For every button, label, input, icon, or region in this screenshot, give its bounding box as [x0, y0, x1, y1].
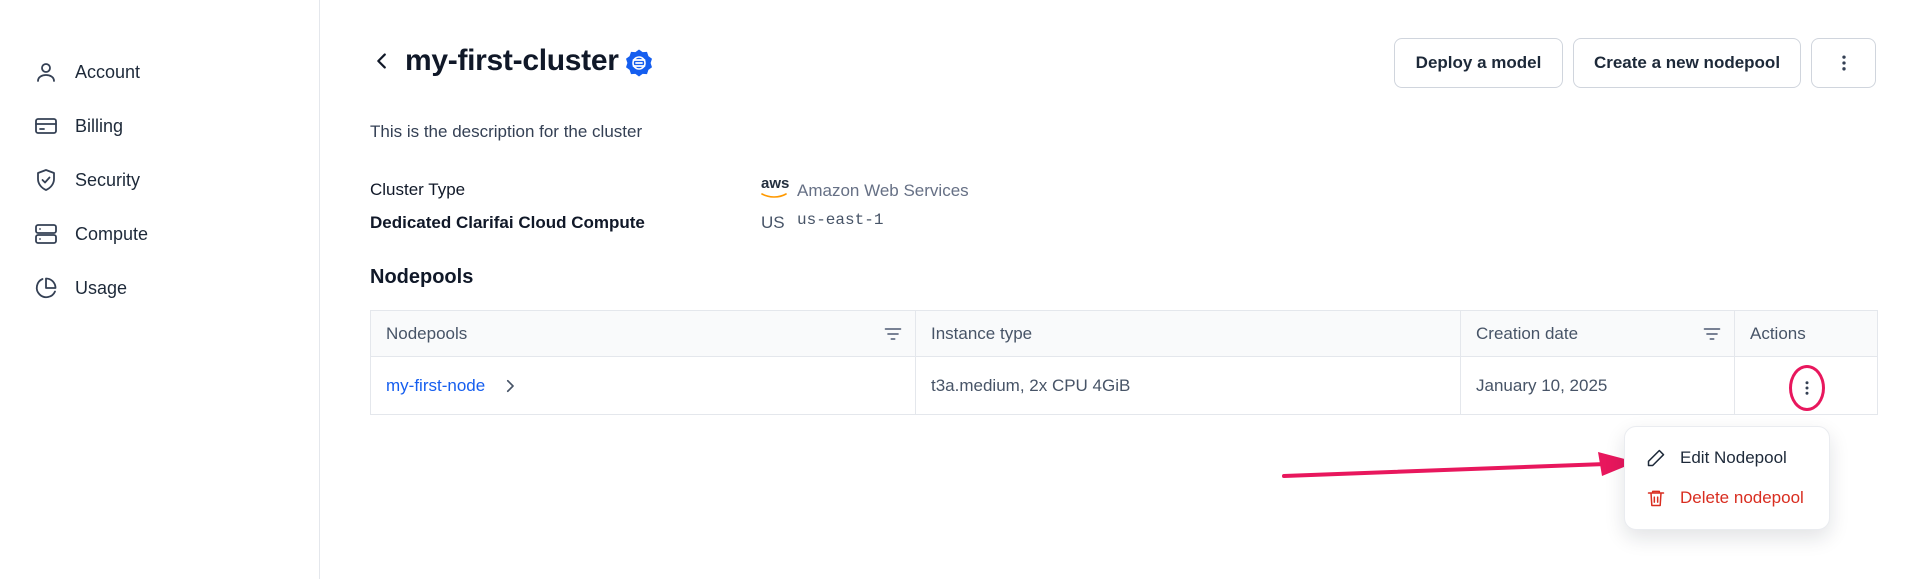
nodepool-link[interactable]: my-first-node [386, 376, 485, 396]
create-nodepool-button[interactable]: Create a new nodepool [1573, 38, 1801, 88]
filter-icon[interactable] [1702, 324, 1722, 344]
sidebar-item-account[interactable]: Account [33, 52, 140, 92]
page-title: my-first-cluster [405, 44, 619, 77]
column-header-creation-date: Creation date [1461, 311, 1735, 356]
pie-chart-icon [33, 275, 59, 301]
sidebar-item-label: Usage [75, 277, 128, 298]
credit-card-icon [33, 113, 59, 139]
chevron-right-icon[interactable] [501, 377, 519, 395]
column-header-actions: Actions [1750, 323, 1806, 343]
shield-icon [33, 167, 59, 193]
delete-nodepool-menu-item[interactable]: Delete nodepool [1646, 484, 1804, 512]
compute-label: Dedicated Clarifai Cloud Compute [370, 213, 645, 232]
row-actions-button[interactable] [1789, 365, 1825, 411]
filter-icon[interactable] [883, 324, 903, 344]
trash-icon [1647, 490, 1665, 507]
server-icon [33, 221, 59, 247]
us-flag-icon: US [761, 213, 785, 232]
edit-nodepool-menu-item[interactable]: Edit Nodepool [1646, 444, 1787, 472]
pencil-icon [1647, 449, 1665, 467]
cluster-description: This is the description for the cluster [370, 122, 643, 141]
column-header-nodepools: Nodepools [371, 311, 916, 356]
annotation-arrow-icon [1282, 452, 1636, 478]
cluster-type-label: Cluster Type [370, 180, 466, 199]
nodepools-section-title: Nodepools [370, 266, 474, 288]
sidebar-item-label: Account [75, 61, 141, 82]
instance-type-cell: t3a.medium, 2x CPU 4GiB [916, 357, 1461, 415]
sidebar-item-billing[interactable]: Billing [33, 106, 123, 146]
back-button[interactable] [369, 48, 395, 74]
nodepool-name-cell: my-first-node [371, 357, 916, 415]
sidebar-item-security[interactable]: Security [33, 160, 140, 200]
user-icon [33, 59, 59, 85]
more-vertical-icon [1841, 55, 1846, 71]
more-options-button[interactable] [1811, 38, 1876, 88]
aws-logo-icon: aws [761, 175, 789, 198]
creation-date-cell: January 10, 2025 [1461, 357, 1735, 415]
more-vertical-icon [1805, 381, 1809, 395]
chevron-left-icon [377, 53, 386, 69]
nodepools-table: Nodepools Instance type Creation date Ac… [370, 310, 1878, 415]
table-header: Nodepools Instance type Creation date Ac… [371, 311, 1877, 357]
cluster-badge-icon [624, 48, 654, 78]
sidebar-item-label: Compute [75, 223, 149, 244]
column-header-instance-type: Instance type [916, 311, 1461, 356]
cluster-type-value: Amazon Web Services [797, 181, 969, 200]
row-actions-menu [1624, 426, 1830, 530]
sidebar-item-compute[interactable]: Compute [33, 214, 148, 254]
deploy-model-button[interactable]: Deploy a model [1394, 38, 1563, 88]
table-row: my-first-node t3a.medium, 2x CPU 4GiB Ja… [371, 357, 1877, 415]
sidebar-item-usage[interactable]: Usage [33, 268, 127, 308]
sidebar: Account Billing Security Compute Usage [0, 0, 320, 579]
sidebar-item-label: Billing [75, 115, 124, 136]
region-value: us-east-1 [797, 211, 884, 229]
sidebar-item-label: Security [75, 169, 141, 190]
